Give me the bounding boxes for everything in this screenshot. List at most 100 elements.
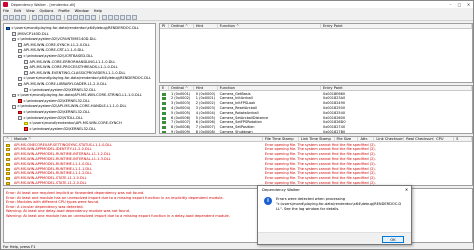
module-icon	[24, 88, 28, 92]
menu-edit[interactable]: Edit	[14, 9, 21, 13]
col-attr[interactable]: Attr.	[358, 137, 375, 142]
menu-profile[interactable]: Profile	[58, 9, 69, 13]
col-file-size[interactable]: File Size	[335, 137, 359, 142]
module-icon	[24, 65, 28, 70]
col-ordinal[interactable]: Ordinal ^	[169, 24, 194, 29]
tree-item-label: c:\users\mond\playing-for-data\renderdoc…	[11, 26, 140, 30]
maximize-button[interactable]: □	[455, 1, 464, 8]
toolbar-button[interactable]	[21, 14, 26, 20]
tree-item-label: API-MS-WIN-CORE-CRT-L1-1-0.DLL	[23, 48, 85, 53]
toolbar-button[interactable]	[91, 14, 96, 20]
col-file-time[interactable]: File Time Stamp	[263, 137, 299, 142]
tree-item[interactable]: API-MS-WIN-CORE-CRT-L1-1-0.DLL	[18, 48, 84, 53]
toolbar-button[interactable]	[102, 14, 107, 20]
tree-item[interactable]: c:\windows\system32\API-MS-WIN-CORE-HAND…	[12, 104, 126, 109]
dependency-tree[interactable]: c:\users\mond\playing-for-data\renderdoc…	[3, 23, 156, 134]
col-sort[interactable]: ^	[4, 137, 12, 142]
menu-file[interactable]: File	[3, 9, 9, 13]
col-pi[interactable]: PI	[160, 24, 169, 29]
col-link-checksum[interactable]: Link Checksum	[374, 137, 405, 142]
col-function[interactable]: Function ^	[218, 24, 321, 29]
tree-item-label: c:\windows\system32\UCRTBASED.DLL	[23, 54, 94, 58]
missing-module-icon	[4, 181, 12, 185]
toolbar-button[interactable]	[114, 14, 119, 20]
tree-item[interactable]: c:\windows\system32\UCRTBASED.DLL	[18, 54, 93, 59]
tree-item[interactable]: c:\users\mond\playing-for-data\renderdoc…	[6, 26, 139, 31]
toolbar-button[interactable]	[67, 14, 72, 20]
col-e[interactable]: E	[160, 86, 169, 91]
tree-item[interactable]: API-MS-WIN-CORE-SYNCH-L1-2-0.DLL	[18, 43, 90, 48]
tree-item[interactable]: c:\windows\system32\NTDLL.DLL	[18, 116, 83, 121]
tree-item-label: c:\users\mond\renderdoc\API-MS-WIN-CORE-…	[29, 121, 122, 126]
toolbar-button[interactable]	[50, 14, 55, 20]
col-ordinal[interactable]: Ordinal ^	[169, 86, 194, 91]
tree-item[interactable]: c:\users\mond\playing-for-data\API-MS-WI…	[12, 93, 142, 98]
toolbar-button[interactable]	[56, 14, 61, 20]
app-icon	[3, 2, 8, 7]
menu-options[interactable]: Options	[40, 9, 54, 13]
module-icon	[18, 99, 22, 103]
col-link-time[interactable]: Link Time Stamp	[299, 137, 335, 142]
tree-item[interactable]: c:\users\mond\renderdoc\API-MS-WIN-CORE-…	[24, 121, 122, 126]
minimize-button[interactable]: –	[446, 1, 455, 8]
toolbar-button[interactable]	[132, 14, 137, 20]
tree-item[interactable]: c:\windows\system32\KERNEL32.DLL	[24, 127, 96, 132]
menu-help[interactable]: Help	[94, 9, 102, 13]
ok-button[interactable]: OK	[382, 236, 404, 243]
toolbar-button[interactable]	[3, 14, 8, 20]
tree-item[interactable]: c:\windows\system32\KERNEL32.DLL	[24, 88, 96, 93]
tree-item[interactable]: c:\users\mond\playing-for-data\renderdoc…	[18, 76, 151, 81]
tree-item-label: JMSVCP140D.DLL	[17, 31, 49, 36]
tree-item[interactable]: JMSVCP140D.DLL	[12, 32, 49, 37]
col-entry-point[interactable]: Entry Point	[321, 86, 472, 91]
col-cpu[interactable]: CPU	[434, 137, 455, 142]
tree-item[interactable]: API-MS-WIN-CORE-LIBRARYLOADER-L1-2-0.DLL	[18, 82, 107, 87]
toolbar-button[interactable]	[108, 14, 113, 20]
toolbar-button[interactable]	[120, 14, 125, 20]
module-icon	[24, 121, 28, 126]
cell-ordinal: 9 (0x0009)	[170, 129, 191, 134]
tree-item[interactable]: API-MS-WIN-CORE-ERRORHANDLING-L1-1-0.DLL	[24, 60, 115, 65]
col-s[interactable]: S	[454, 137, 472, 142]
toolbar-button[interactable]	[79, 14, 84, 20]
toolbar-button[interactable]	[85, 14, 90, 20]
toolbar-button[interactable]	[38, 14, 43, 20]
dialog-close-button[interactable]: ✕	[402, 186, 411, 193]
col-module[interactable]: Module ^	[12, 137, 263, 142]
tree-item[interactable]: c:\windows\system32\VCRUNTIME140D.DLL	[12, 37, 96, 42]
menu-window[interactable]: Window	[75, 9, 89, 13]
module-icon	[6, 26, 10, 31]
cell-hint: 8 (0x0008)	[195, 129, 216, 134]
col-entry-point[interactable]: Entry Point	[321, 24, 472, 29]
tree-item[interactable]: c:\windows\system32\KERNEL32.DLL	[18, 110, 90, 115]
info-icon: i	[264, 197, 272, 205]
menu-view[interactable]: View	[26, 9, 35, 13]
toolbar-button[interactable]	[44, 14, 49, 20]
toolbar-separator	[64, 14, 65, 20]
toolbar-button[interactable]	[15, 14, 20, 20]
tree-item-label: API-MS-WIN-CORE-ERRORHANDLING-L1-1-0.DLL	[29, 59, 116, 64]
col-hint[interactable]: Hint	[194, 24, 218, 29]
dialog-message-line-1: Errors were detected when processing	[276, 197, 346, 201]
col-hint[interactable]: Hint	[194, 86, 218, 91]
tree-item-label: API-MS-WIN-CORE-SYNCH-L1-2-0.DLL	[23, 42, 91, 47]
module-list-header: ^ Module ^ File Time Stamp Link Time Sta…	[4, 137, 472, 142]
tree-item-label: c:\windows\system32\KERNEL32.DLL	[23, 98, 90, 103]
cell-entry-point: 0x001827B0	[322, 129, 346, 134]
module-icon	[18, 77, 22, 81]
parent-imports-list[interactable]: PI Ordinal ^ Hint Function ^ Entry Point	[159, 23, 473, 83]
col-function[interactable]: Function	[218, 86, 321, 91]
module-list[interactable]: ^ Module ^ File Time Stamp Link Time Sta…	[3, 136, 473, 186]
toolbar-button[interactable]	[9, 14, 14, 20]
toolbar-button[interactable]	[126, 14, 131, 20]
exports-list[interactable]: E Ordinal ^ Hint Function Entry Point 1 …	[159, 85, 473, 134]
tree-item[interactable]: API-MS-WIN-CORE-PROCESSTHREADS-L1-1-0.DL…	[24, 65, 118, 70]
toolbar-button[interactable]	[73, 14, 78, 20]
tree-item[interactable]: API-MS-WIN-EVENTING-CLASSICPROVIDER-L1-1…	[24, 71, 126, 76]
close-button[interactable]: ✕	[464, 1, 473, 8]
tree-item[interactable]: c:\windows\system32\KERNEL32.DLL	[18, 99, 90, 104]
toolbar-button[interactable]	[32, 14, 37, 20]
col-real-checksum[interactable]: Real Checksum	[404, 137, 435, 142]
table-row[interactable]: 9 (0x0009) 8 (0x0008) Camera_Shutdown 0x001…	[160, 129, 472, 134]
toolbar-separator	[29, 14, 30, 20]
